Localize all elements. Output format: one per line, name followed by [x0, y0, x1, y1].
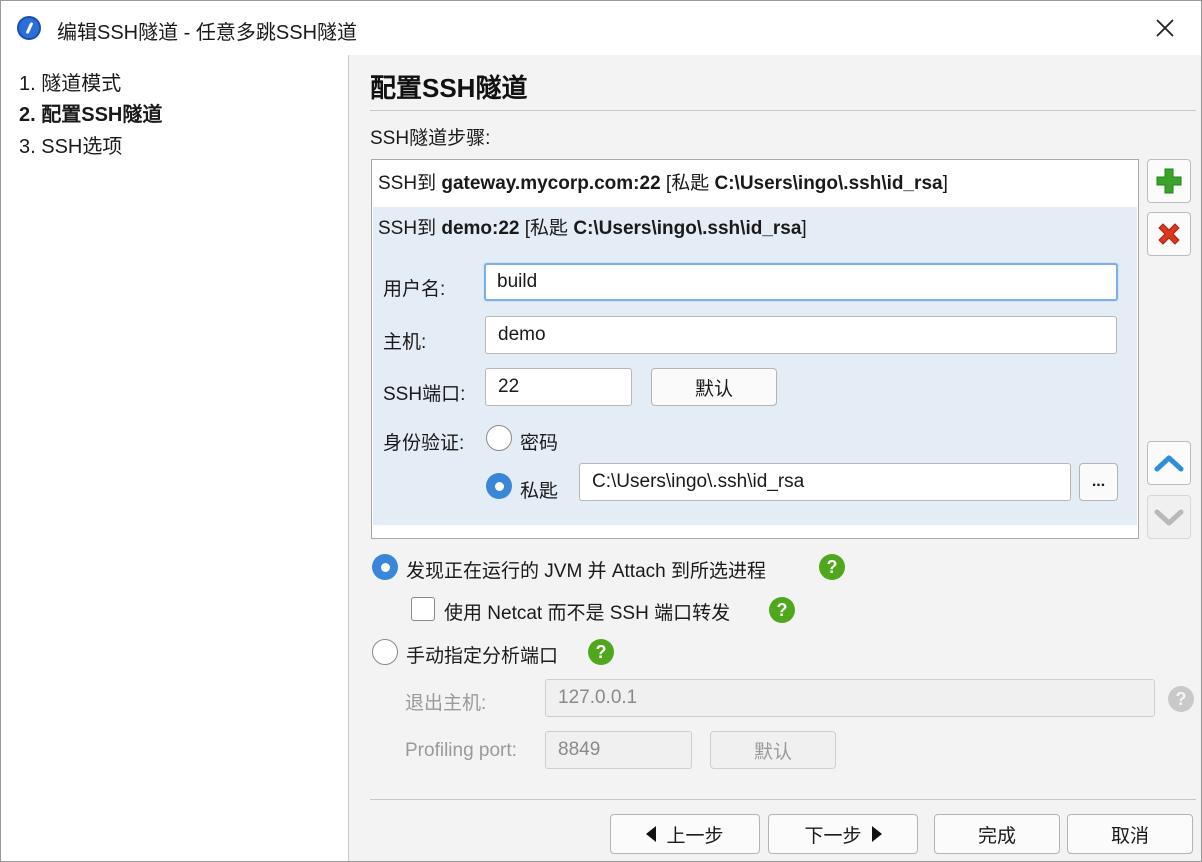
help-icon[interactable]: ?: [588, 639, 614, 665]
ssh-port-input[interactable]: 22: [485, 368, 632, 406]
discover-jvm-radio[interactable]: [372, 554, 398, 580]
hop-host: gateway.mycorp.com:22: [441, 173, 661, 194]
arrow-left-icon: [646, 826, 657, 842]
exit-host-label: 退出主机:: [405, 693, 487, 714]
host-input[interactable]: demo: [485, 316, 1117, 354]
dialog-window: 编辑SSH隧道 - 任意多跳SSH隧道 1. 隧道模式 2. 配置SSH隧道 3…: [0, 0, 1202, 862]
username-input[interactable]: build: [484, 263, 1118, 301]
close-button[interactable]: [1141, 9, 1189, 47]
ssh-port-label: SSH端口:: [383, 384, 466, 405]
browse-key-button[interactable]: ...: [1079, 463, 1118, 501]
hop-row-selected[interactable]: SSH到 demo:22 [私匙 C:\Users\ingo\.ssh\id_r…: [373, 207, 1137, 525]
add-hop-button[interactable]: [1147, 159, 1191, 203]
back-button-label: 上一步: [666, 825, 724, 847]
auth-key-label[interactable]: 私匙: [520, 476, 558, 503]
use-netcat-checkbox[interactable]: [411, 597, 435, 621]
use-netcat-label[interactable]: 使用 Netcat 而不是 SSH 端口转发: [444, 598, 730, 625]
default-profiling-port-button[interactable]: 默认: [710, 731, 836, 769]
next-button-label: 下一步: [804, 825, 862, 847]
hop-prefix: SSH到: [378, 218, 442, 239]
app-icon: [17, 16, 41, 40]
remove-hop-button[interactable]: [1147, 212, 1191, 256]
hop-summary: SSH到 demo:22 [私匙 C:\Users\ingo\.ssh\id_r…: [378, 207, 807, 251]
auth-label: 身份验证:: [383, 433, 465, 454]
chevron-down-icon: [1154, 509, 1184, 526]
hop-row[interactable]: SSH到 gateway.mycorp.com:22 [私匙 C:\Users\…: [373, 161, 1137, 207]
hop-key-path: C:\Users\ingo\.ssh\id_rsa: [573, 218, 802, 239]
profiling-port-label: Profiling port:: [405, 740, 517, 761]
hop-key-label: [私匙: [660, 173, 715, 194]
chevron-up-icon: [1154, 455, 1184, 472]
profiling-port-input[interactable]: 8849: [545, 731, 692, 769]
hop-prefix: SSH到: [378, 173, 442, 194]
auth-password-radio[interactable]: [486, 425, 512, 451]
step-configure-ssh-tunnel[interactable]: 2. 配置SSH隧道: [19, 98, 162, 127]
divider: [370, 799, 1196, 800]
hop-host: demo:22: [441, 218, 520, 239]
manual-port-label[interactable]: 手动指定分析端口: [406, 641, 558, 668]
window-title: 编辑SSH隧道 - 任意多跳SSH隧道: [57, 22, 358, 44]
hop-suffix: ]: [801, 218, 807, 239]
close-icon: [1156, 19, 1174, 37]
ssh-hops-list: SSH到 gateway.mycorp.com:22 [私匙 C:\Users\…: [371, 159, 1139, 539]
hop-key-path: C:\Users\ingo\.ssh\id_rsa: [714, 173, 943, 194]
auth-key-radio[interactable]: [486, 473, 512, 499]
move-hop-up-button[interactable]: [1147, 441, 1191, 485]
default-port-button[interactable]: 默认: [651, 368, 777, 406]
auth-password-label[interactable]: 密码: [520, 428, 558, 455]
next-button[interactable]: 下一步: [768, 814, 918, 854]
main-panel: 配置SSH隧道 SSH隧道步骤: SSH到 gateway.mycorp.com…: [350, 55, 1201, 861]
help-icon[interactable]: ?: [1168, 686, 1194, 712]
help-icon[interactable]: ?: [819, 554, 845, 580]
hop-key-label: [私匙: [519, 218, 574, 239]
back-button[interactable]: 上一步: [610, 814, 760, 854]
step-tunnel-mode[interactable]: 1. 隧道模式: [19, 67, 121, 96]
page-title: 配置SSH隧道: [370, 73, 528, 103]
arrow-right-icon: [871, 826, 882, 842]
host-label: 主机:: [383, 332, 427, 353]
discover-jvm-label[interactable]: 发现正在运行的 JVM 并 Attach 到所选进程: [406, 556, 766, 583]
divider: [370, 110, 1196, 111]
cancel-button[interactable]: 取消: [1067, 814, 1193, 854]
private-key-path-input[interactable]: C:\Users\ingo\.ssh\id_rsa: [579, 463, 1071, 501]
ssh-steps-label: SSH隧道步骤:: [370, 128, 491, 149]
manual-port-radio[interactable]: [372, 639, 398, 665]
wizard-steps-sidebar: 1. 隧道模式 2. 配置SSH隧道 3. SSH选项: [1, 55, 349, 861]
username-label: 用户名:: [383, 279, 446, 300]
hop-suffix: ]: [942, 173, 948, 194]
finish-button[interactable]: 完成: [934, 814, 1060, 854]
title-bar: 编辑SSH隧道 - 任意多跳SSH隧道: [1, 1, 1201, 55]
move-hop-down-button[interactable]: [1147, 495, 1191, 539]
exit-host-input[interactable]: 127.0.0.1: [545, 679, 1155, 717]
x-icon: [1158, 223, 1180, 245]
step-ssh-options[interactable]: 3. SSH选项: [19, 130, 122, 159]
plus-icon: [1156, 168, 1182, 194]
help-icon[interactable]: ?: [769, 597, 795, 623]
